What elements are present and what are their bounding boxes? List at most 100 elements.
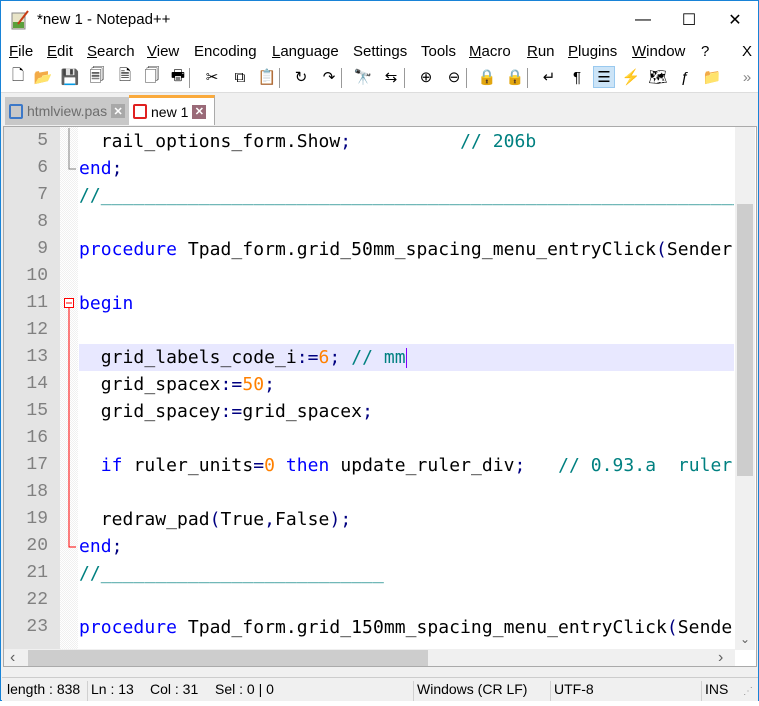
code-line[interactable]: 16 [4,425,734,452]
document-map-icon[interactable]: 🗺 [647,66,669,88]
code-text[interactable]: //______________________________________… [79,182,734,209]
menu-search[interactable]: Search [87,43,135,60]
find-icon[interactable]: 🔭 [352,66,374,88]
save-icon[interactable]: 💾 [59,66,81,88]
print-icon[interactable]: 🖶 [167,66,189,88]
code-text[interactable] [79,479,734,506]
code-line[interactable]: 21 //__________________________ [4,560,734,587]
code-text[interactable]: grid_spacex:=50; [79,371,734,398]
code-text[interactable]: //__________________________ [79,560,734,587]
code-line[interactable]: 8 [4,209,734,236]
vertical-scrollbar[interactable]: ⌄ [735,127,755,650]
close-all-icon[interactable]: 🗍 [141,66,163,88]
code-line[interactable]: 20 end; [4,533,734,560]
menu-view[interactable]: View [147,43,179,60]
zoom-in-icon[interactable]: ⊕ [415,66,437,88]
show-all-characters-icon[interactable]: ¶ [566,66,588,88]
cut-icon[interactable]: ✂ [201,66,223,88]
zoom-out-icon[interactable]: ⊖ [443,66,465,88]
tab-close-icon[interactable]: ✕ [111,104,125,118]
code-line[interactable]: 22 [4,587,734,614]
menu-encoding[interactable]: Encoding [194,43,257,60]
code-line[interactable]: 11 begin [4,290,734,317]
code-text[interactable] [79,587,734,614]
menu-tools[interactable]: Tools [421,43,456,60]
token-id: Tpad_form.grid_150mm_spacing_menu_entryC… [176,617,667,638]
menu-macro[interactable]: Macro [469,43,511,60]
minimize-button[interactable]: — [620,1,666,39]
code-line[interactable]: 18 [4,479,734,506]
status-insert-mode[interactable]: INS [701,681,728,701]
paste-icon[interactable]: 📋 [256,66,278,88]
code-text[interactable]: procedure Tpad_form.grid_150mm_spacing_m… [79,614,734,641]
sync-vertical-icon[interactable]: 🔒 [476,66,498,88]
menu-close-document[interactable]: X [742,43,752,60]
close-icon[interactable]: 🗎 [114,66,136,88]
code-text[interactable] [79,317,734,344]
horizontal-scrollbar[interactable]: ‹ › [4,649,735,666]
resize-grip-icon[interactable]: ⋰ [740,686,753,706]
code-line[interactable]: 15 grid_spacey:=grid_spacex; [4,398,734,425]
menu-help[interactable]: ? [701,43,709,60]
fold-collapse-icon[interactable] [60,290,78,317]
horizontal-scroll-thumb[interactable] [28,650,428,666]
code-text[interactable] [79,425,734,452]
status-eol-format[interactable]: Windows (CR LF) [413,681,527,701]
code-text[interactable]: procedure Tpad_form.grid_50mm_spacing_me… [79,236,734,263]
new-file-icon[interactable]: 🗋 [7,66,29,88]
tab-new-1[interactable]: new 1 ✕ [129,95,215,125]
tab-close-icon[interactable]: ✕ [192,104,207,119]
folder-as-workspace-icon[interactable]: 📁 [701,66,723,88]
menu-settings[interactable]: Settings [353,43,407,60]
code-text[interactable] [79,263,734,290]
code-line[interactable]: 19 redraw_pad(True,False); [4,506,734,533]
sync-horizontal-icon[interactable]: 🔒 [504,66,526,88]
code-text[interactable]: end; [79,155,734,182]
scroll-right-arrow-icon[interactable]: › [718,649,723,666]
user-defined-language-icon[interactable]: ⚡ [620,66,642,88]
maximize-button[interactable]: ☐ [666,1,712,39]
scroll-down-arrow-icon[interactable]: ⌄ [740,632,750,646]
code-text[interactable]: if ruler_units=0 then update_ruler_div; … [79,452,734,479]
code-line[interactable]: 9 procedure Tpad_form.grid_50mm_spacing_m… [4,236,734,263]
code-text[interactable]: begin [79,290,734,317]
code-line[interactable]: 7 //_____________________________________… [4,182,734,209]
code-text[interactable]: grid_spacey:=grid_spacex; [79,398,734,425]
copy-icon[interactable]: ⧉ [229,66,251,88]
code-line[interactable]: 12 [4,317,734,344]
code-line[interactable]: 5 rail_options_form.Show; // 206b [4,128,734,155]
tab-htmlview-pas[interactable]: htmlview.pas ✕ [5,97,129,125]
menu-run[interactable]: Run [527,43,555,60]
scroll-left-arrow-icon[interactable]: ‹ [10,649,15,666]
redo-icon[interactable]: ↷ [318,66,340,88]
menu-file[interactable]: File [9,43,33,60]
word-wrap-icon[interactable]: ↵ [538,66,560,88]
menu-language[interactable]: Language [272,43,339,60]
toolbar-overflow-icon[interactable]: » [736,66,758,88]
indent-guide-icon[interactable]: ☰ [593,66,615,88]
menu-edit[interactable]: Edit [47,43,73,60]
code-text[interactable] [79,209,734,236]
code-text[interactable]: end; [79,533,734,560]
code-text[interactable]: grid_labels_code_i:=6; // mm [79,344,734,371]
code-line[interactable]: 13 grid_labels_code_i:=6; // mm [4,344,734,371]
menu-window[interactable]: Window [632,43,685,60]
status-encoding[interactable]: UTF-8 [550,681,594,701]
vertical-scroll-thumb[interactable] [737,204,753,476]
save-all-icon[interactable]: 🗐 [86,66,108,88]
code-text[interactable]: redraw_pad(True,False); [79,506,734,533]
replace-icon[interactable]: ⇆ [380,66,402,88]
code-editor[interactable]: 5 rail_options_form.Show; // 206b 6 end; 7 /… [3,126,757,667]
fold-marker [60,236,78,263]
code-line[interactable]: 10 [4,263,734,290]
code-line[interactable]: 6 end; [4,155,734,182]
code-line[interactable]: 14 grid_spacex:=50; [4,371,734,398]
close-button[interactable]: ✕ [712,1,758,39]
undo-icon[interactable]: ↻ [290,66,312,88]
menu-plugins[interactable]: Plugins [568,43,617,60]
code-text[interactable]: rail_options_form.Show; // 206b [79,128,734,155]
code-line[interactable]: 17 if ruler_units=0 then update_ruler_di… [4,452,734,479]
open-file-icon[interactable]: 📂 [32,66,54,88]
code-line[interactable]: 23 procedure Tpad_form.grid_150mm_spacing… [4,614,734,641]
function-list-icon[interactable]: ƒ [674,66,696,88]
